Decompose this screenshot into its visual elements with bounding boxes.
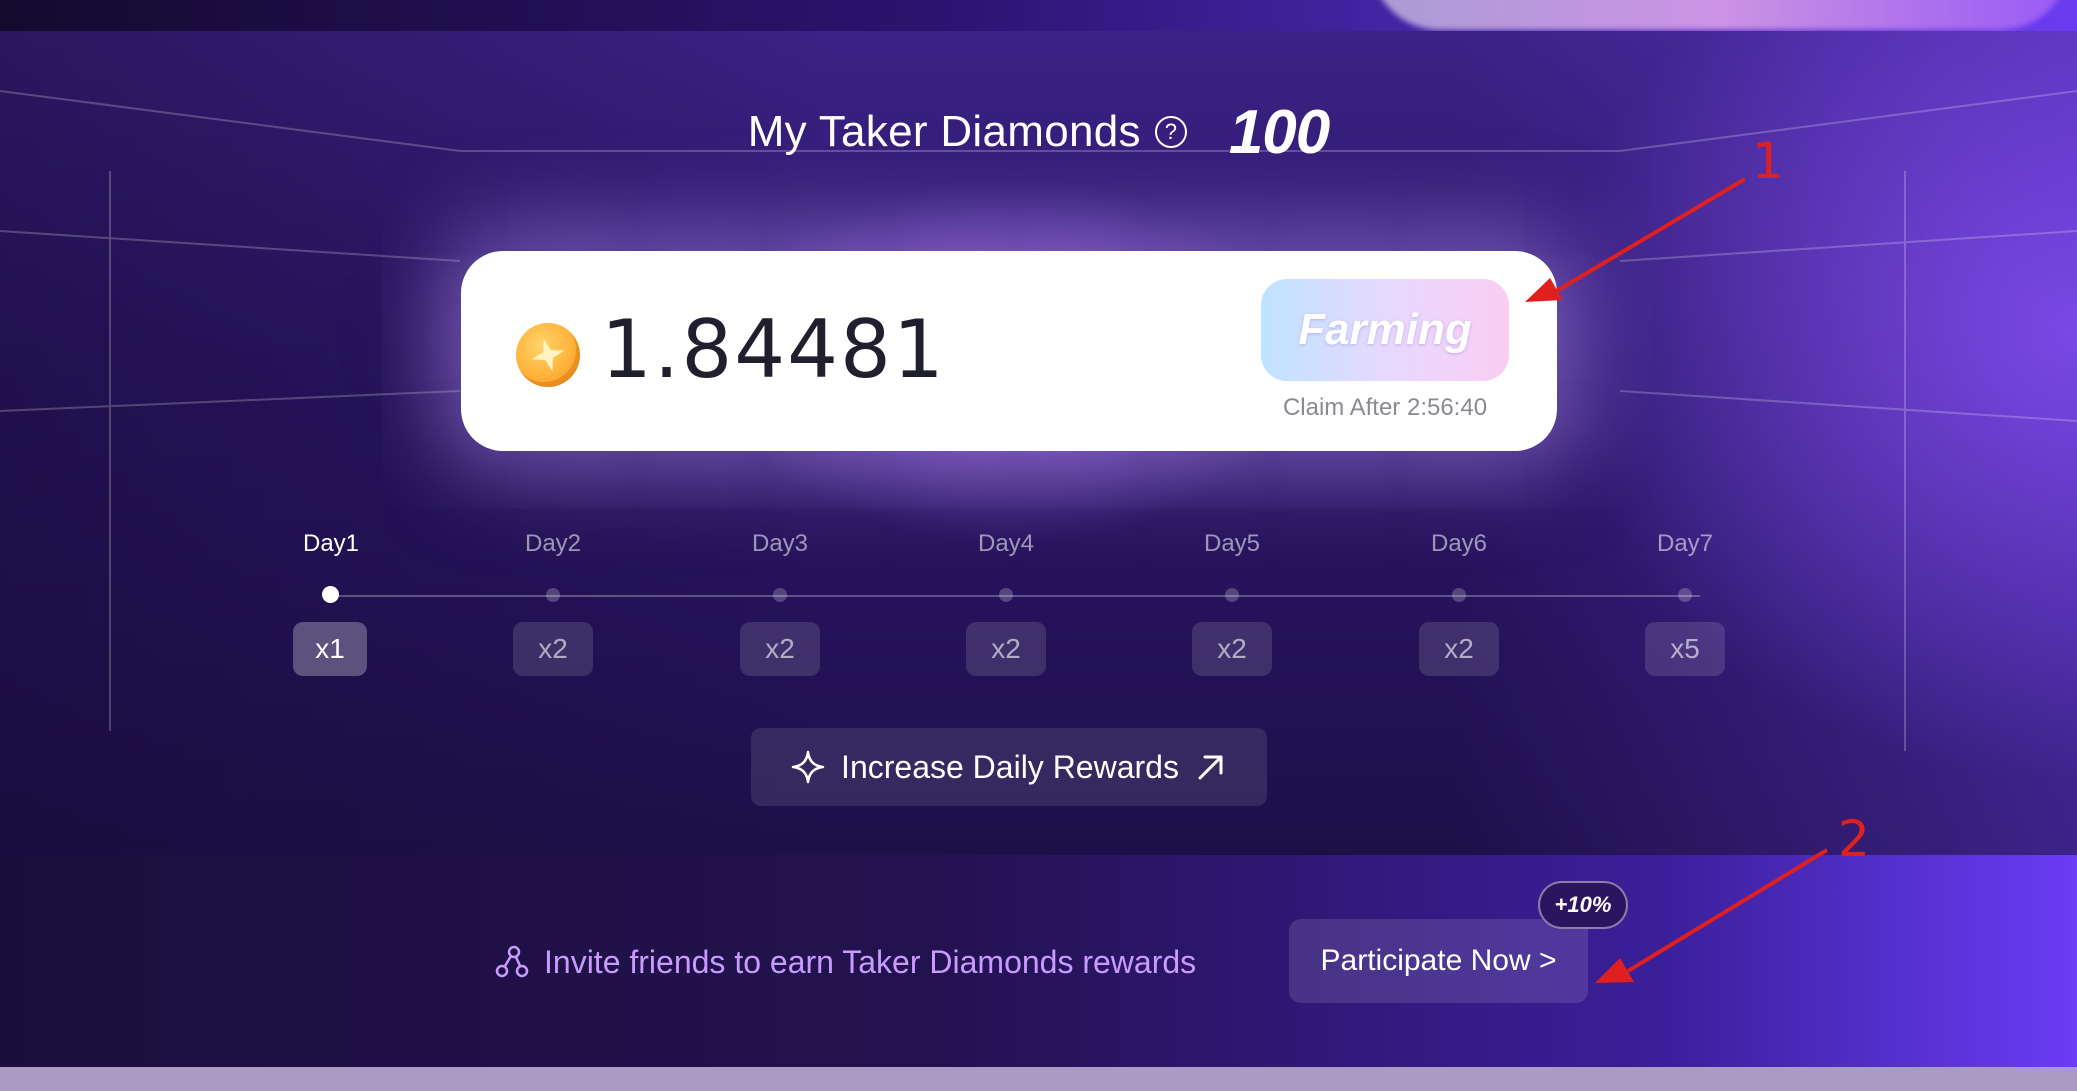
day-multiplier: x2 — [1192, 622, 1272, 676]
invite-friends-text: Invite friends to earn Taker Diamonds re… — [544, 943, 1197, 980]
balance-card: 1.84481 Farming Claim After 2:56:40 — [461, 251, 1557, 451]
day-label: Day6 — [1430, 530, 1488, 557]
increase-daily-rewards-button[interactable]: Increase Daily Rewards — [751, 728, 1267, 806]
day-label: Day5 — [1203, 530, 1261, 557]
day-label: Day7 — [1656, 530, 1714, 557]
claim-countdown: Claim After 2:56:40 — [1282, 394, 1488, 421]
page-title: My Taker Diamonds — [747, 107, 1141, 156]
bonus-badge: +10% — [1538, 881, 1628, 929]
day-dot — [1452, 588, 1466, 602]
streak-timeline — [328, 595, 1700, 597]
day-multiplier: x2 — [740, 622, 820, 676]
day-label: Day2 — [524, 530, 582, 557]
day-dot — [773, 588, 787, 602]
coin-star-icon — [516, 323, 580, 387]
share-nodes-icon — [495, 945, 529, 978]
diamond-count: 100 — [1228, 97, 1330, 167]
day-multiplier: x2 — [1419, 622, 1499, 676]
invite-friends-row: Invite friends to earn Taker Diamonds re… — [494, 940, 1196, 984]
day-dot — [1225, 588, 1239, 602]
day-label: Day4 — [977, 530, 1035, 557]
day-multiplier: x5 — [1645, 622, 1725, 676]
day-multiplier: x2 — [966, 622, 1046, 676]
day-label: Day3 — [751, 530, 809, 557]
footer-strip — [0, 1067, 2077, 1091]
day-dot — [1678, 588, 1692, 602]
increase-daily-rewards-label: Increase Daily Rewards — [841, 748, 1179, 785]
day-dot — [999, 588, 1013, 602]
farming-button[interactable]: Farming — [1261, 279, 1509, 381]
day-label: Day1 — [302, 530, 360, 557]
balance-value: 1.84481 — [601, 303, 946, 396]
question-circle-icon[interactable]: ? — [1154, 116, 1187, 148]
annotation-label-2: 2 — [1838, 810, 1870, 868]
day-multiplier: x2 — [513, 622, 593, 676]
page: My Taker Diamonds ? 100 1.84481 Farming … — [0, 0, 2077, 1091]
day-dot — [546, 588, 560, 602]
participate-now-button[interactable]: Participate Now > — [1289, 919, 1588, 1003]
day-multiplier: x1 — [293, 622, 367, 676]
arrow-up-right-icon — [1198, 755, 1223, 780]
top-glow-decoration — [1370, 0, 2070, 30]
annotation-label-1: 1 — [1752, 132, 1784, 190]
sparkle-icon — [791, 750, 825, 784]
day-dot-active — [322, 586, 339, 603]
